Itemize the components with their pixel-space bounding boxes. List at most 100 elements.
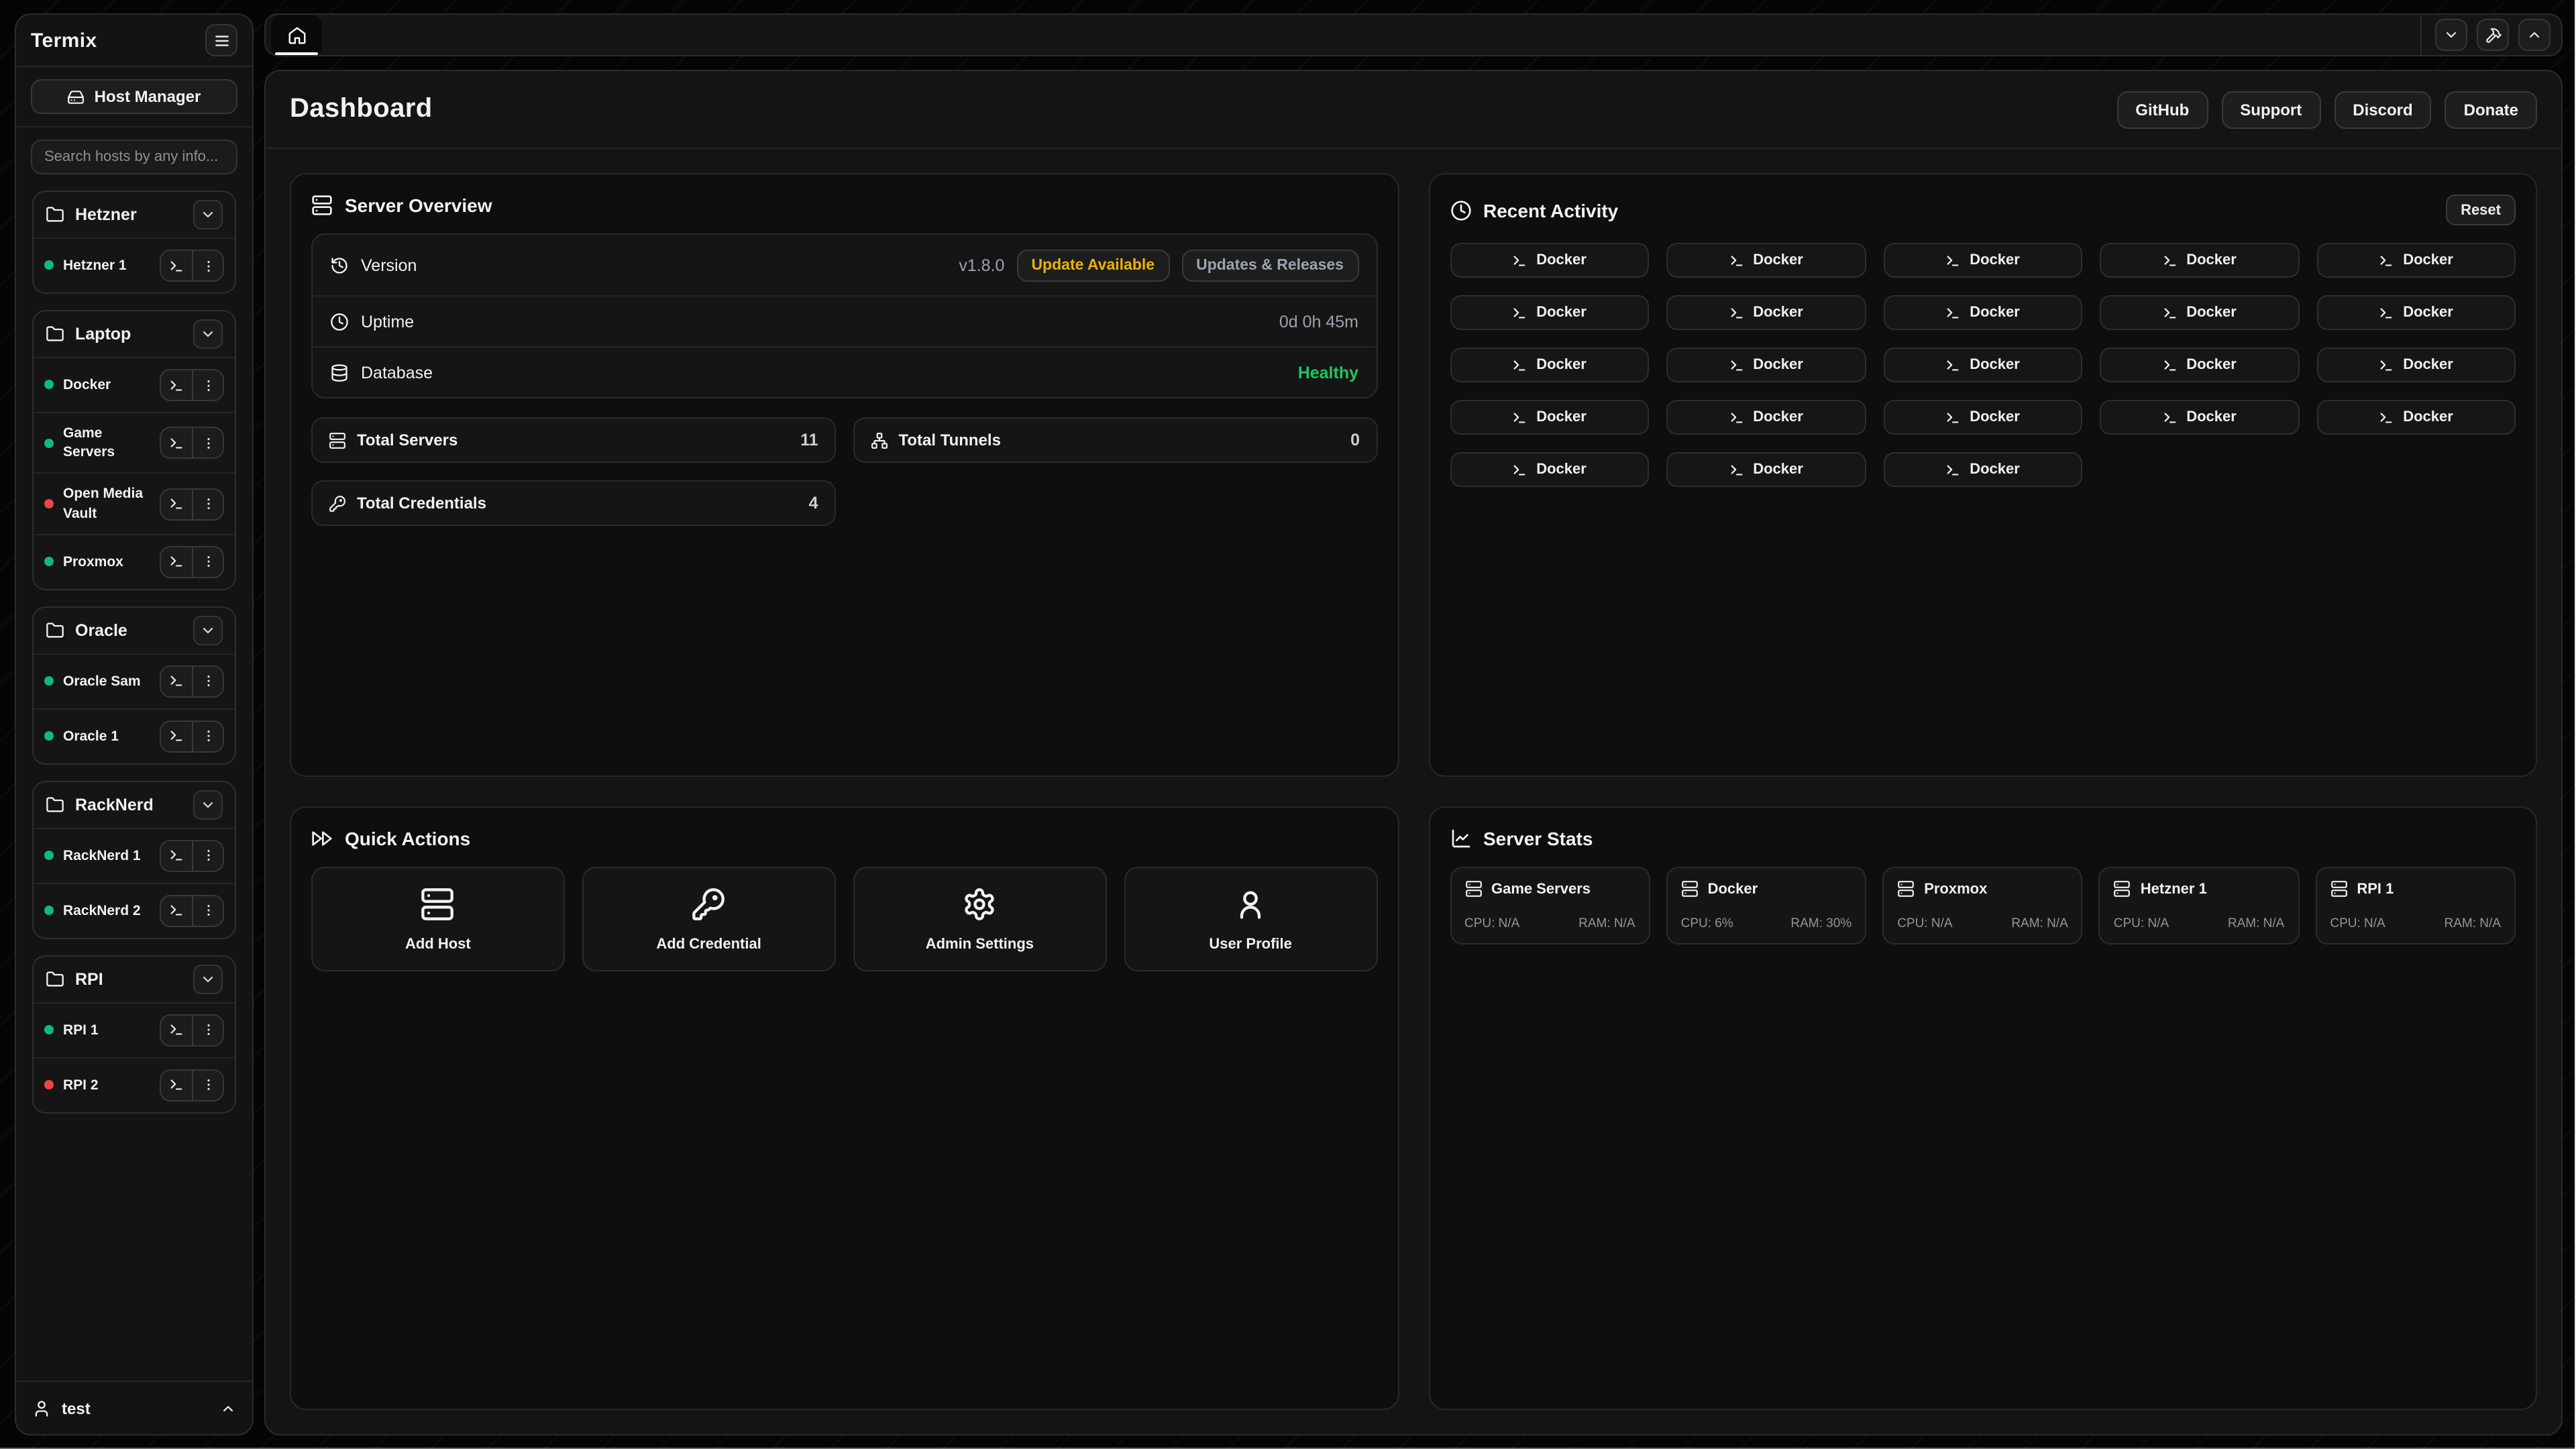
host-terminal-button[interactable] <box>161 896 192 925</box>
host-row[interactable]: Hetzner 1 <box>34 237 235 292</box>
host-menu-button[interactable] <box>192 251 223 280</box>
host-terminal-button[interactable] <box>161 428 192 458</box>
host-group-header[interactable]: Oracle <box>34 607 235 653</box>
recent-activity-item[interactable]: Docker <box>1883 452 2082 487</box>
host-row[interactable]: Proxmox <box>34 533 235 588</box>
host-manager-button[interactable]: Host Manager <box>31 79 237 114</box>
reset-button[interactable]: Reset <box>2446 195 2516 225</box>
header-link-button[interactable]: Discord <box>2334 91 2431 128</box>
server-icon <box>1681 880 1699 898</box>
admin-settings-button[interactable]: Admin Settings <box>853 867 1107 971</box>
recent-activity-item[interactable]: Docker <box>1450 452 1649 487</box>
user-menu[interactable]: test <box>16 1381 252 1434</box>
host-row[interactable]: Docker <box>34 357 235 412</box>
host-actions <box>160 665 224 697</box>
host-name: Oracle 1 <box>63 727 119 745</box>
recent-activity-item[interactable]: Docker <box>2316 295 2516 330</box>
recent-activity-item[interactable]: Docker <box>1666 400 1866 435</box>
group-collapse-button[interactable] <box>193 200 223 229</box>
header-link-button[interactable]: Donate <box>2445 91 2537 128</box>
host-terminal-button[interactable] <box>161 841 192 870</box>
header-link-button[interactable]: GitHub <box>2116 91 2208 128</box>
recent-activity-label: Docker <box>1970 357 2020 373</box>
recent-activity-item[interactable]: Docker <box>1666 347 1866 382</box>
host-menu-button[interactable] <box>192 1070 223 1099</box>
host-menu-button[interactable] <box>192 896 223 925</box>
host-group-header[interactable]: RPI <box>34 956 235 1002</box>
recent-activity-item[interactable]: Docker <box>1883 400 2082 435</box>
group-collapse-button[interactable] <box>193 615 223 645</box>
host-menu-button[interactable] <box>192 841 223 870</box>
host-name: Hetzner 1 <box>63 256 127 275</box>
recent-activity-item[interactable]: Docker <box>1450 400 1649 435</box>
group-collapse-button[interactable] <box>193 964 223 994</box>
host-terminal-button[interactable] <box>161 251 192 280</box>
host-terminal-button[interactable] <box>161 1015 192 1044</box>
sidebar-menu-button[interactable] <box>205 24 237 56</box>
recent-activity-item[interactable]: Docker <box>1883 295 2082 330</box>
host-terminal-button[interactable] <box>161 370 192 400</box>
recent-activity-item[interactable]: Docker <box>1450 347 1649 382</box>
host-menu-button[interactable] <box>192 370 223 400</box>
recent-activity-item[interactable]: Docker <box>2100 347 2299 382</box>
group-collapse-button[interactable] <box>193 319 223 349</box>
tab-scroll-down-button[interactable] <box>2435 19 2467 51</box>
host-menu-button[interactable] <box>192 547 223 576</box>
host-menu-button[interactable] <box>192 1015 223 1044</box>
host-group-header[interactable]: Hetzner <box>34 192 235 237</box>
tab-scroll-up-button[interactable] <box>2518 19 2551 51</box>
recent-activity-item[interactable]: Docker <box>2100 243 2299 278</box>
host-row[interactable]: Oracle Sam <box>34 653 235 708</box>
recent-activity-item[interactable]: Docker <box>1450 295 1649 330</box>
host-row[interactable]: RackNerd 2 <box>34 882 235 937</box>
update-available-button[interactable]: Update Available <box>1016 249 1169 281</box>
header-link-button[interactable]: Support <box>2221 91 2320 128</box>
updates-releases-button[interactable]: Updates & Releases <box>1181 249 1358 281</box>
host-menu-button[interactable] <box>192 428 223 458</box>
recent-activity-item[interactable]: Docker <box>2316 400 2516 435</box>
recent-activity-item[interactable]: Docker <box>1883 243 2082 278</box>
host-manager-label: Host Manager <box>95 87 201 106</box>
recent-activity-label: Docker <box>1536 409 1587 425</box>
host-row[interactable]: Oracle 1 <box>34 708 235 763</box>
host-terminal-button[interactable] <box>161 721 192 751</box>
tab-home[interactable] <box>271 15 322 55</box>
recent-activity-item[interactable]: Docker <box>2100 400 2299 435</box>
host-terminal-button[interactable] <box>161 547 192 576</box>
recent-activity-item[interactable]: Docker <box>1666 452 1866 487</box>
recent-activity-item[interactable]: Docker <box>1883 347 2082 382</box>
group-name: Hetzner <box>75 205 137 224</box>
host-menu-button[interactable] <box>192 721 223 751</box>
add-credential-button[interactable]: Add Credential <box>582 867 836 971</box>
host-row[interactable]: Game Servers <box>34 412 235 473</box>
database-status: Healthy <box>1298 363 1358 382</box>
tools-button[interactable] <box>2477 19 2509 51</box>
add-host-button[interactable]: Add Host <box>311 867 565 971</box>
recent-activity-item[interactable]: Docker <box>2100 295 2299 330</box>
host-row[interactable]: RPI 1 <box>34 1002 235 1057</box>
host-terminal-button[interactable] <box>161 1070 192 1099</box>
host-group-header[interactable]: RackNerd <box>34 782 235 827</box>
recent-activity-item[interactable]: Docker <box>1666 243 1866 278</box>
host-row[interactable]: RackNerd 1 <box>34 827 235 882</box>
host-menu-button[interactable] <box>192 489 223 519</box>
user-profile-button[interactable]: User Profile <box>1124 867 1377 971</box>
group-collapse-button[interactable] <box>193 790 223 819</box>
host-terminal-button[interactable] <box>161 666 192 696</box>
host-row[interactable]: Open Media Vault <box>34 473 235 534</box>
tab-controls <box>2420 15 2561 55</box>
search-input[interactable] <box>31 140 237 174</box>
chevron-down-icon <box>2443 27 2459 43</box>
group-name: RackNerd <box>75 795 154 814</box>
host-terminal-button[interactable] <box>161 489 192 519</box>
recent-activity-item[interactable]: Docker <box>1450 243 1649 278</box>
server-icon <box>1897 880 1915 898</box>
chevron-down-icon <box>200 796 216 812</box>
host-menu-button[interactable] <box>192 666 223 696</box>
host-row[interactable]: RPI 2 <box>34 1057 235 1112</box>
host-group-header[interactable]: Laptop <box>34 311 235 357</box>
recent-activity-item[interactable]: Docker <box>2316 347 2516 382</box>
recent-activity-label: Docker <box>1536 357 1587 373</box>
recent-activity-item[interactable]: Docker <box>2316 243 2516 278</box>
recent-activity-item[interactable]: Docker <box>1666 295 1866 330</box>
